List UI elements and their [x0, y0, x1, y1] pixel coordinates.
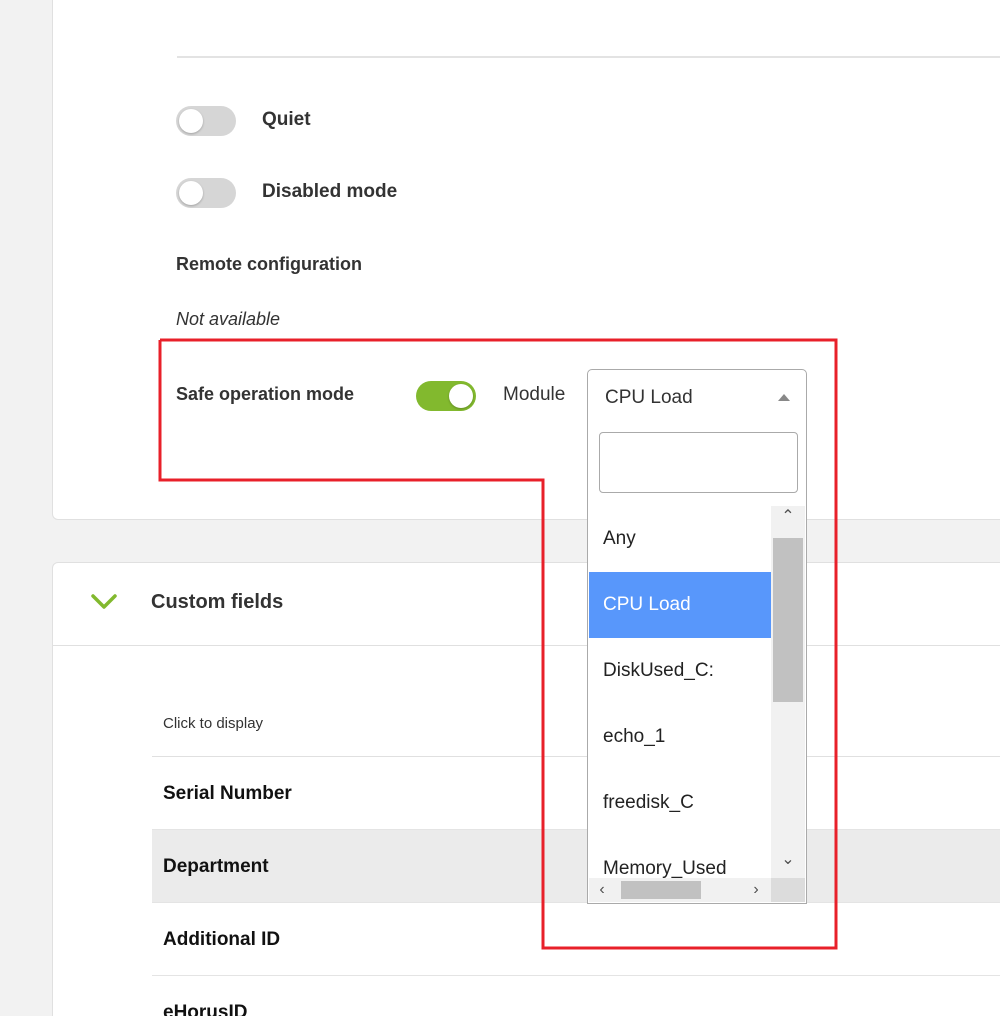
highlight-outline	[158, 338, 838, 950]
